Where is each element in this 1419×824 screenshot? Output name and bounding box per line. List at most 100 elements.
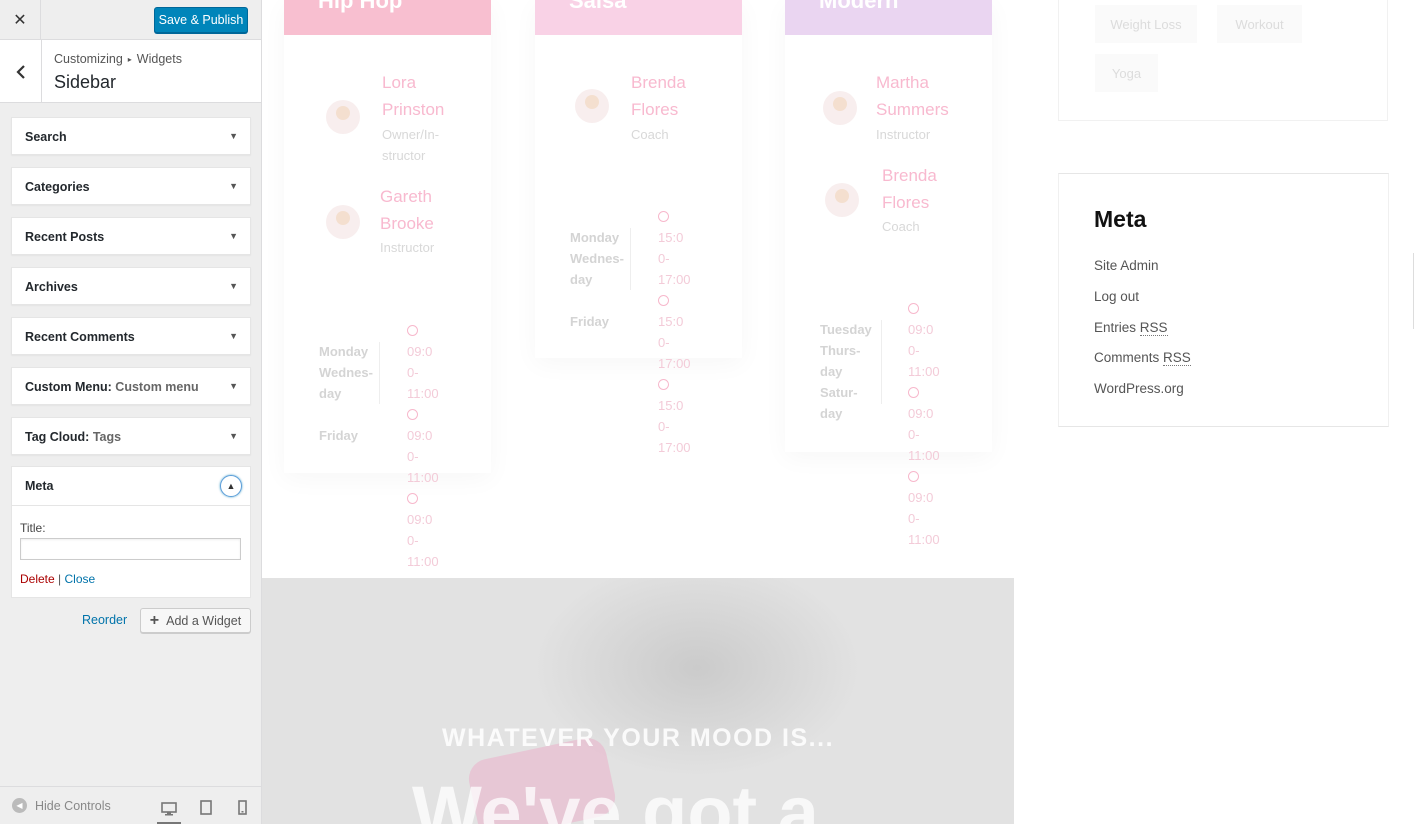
meta-link-comments-rss[interactable]: Comments RSS — [1094, 350, 1191, 366]
clock-icon — [658, 295, 669, 306]
widget-title: Recent Posts — [25, 230, 105, 244]
widget-search[interactable]: Search ▼ — [11, 117, 251, 155]
tag-link[interactable]: Workout — [1217, 5, 1302, 43]
preview-mobile-button[interactable] — [230, 795, 254, 819]
schedule-times: 15:0 0-17:00 15:0 0-17:00 15:0 0-17:00 — [658, 206, 691, 458]
avatar — [326, 100, 360, 134]
customizer-panel: ✕ Save & Publish Customizing ▸ Widgets Sid… — [0, 0, 262, 824]
widget-archives[interactable]: Archives ▼ — [11, 267, 251, 305]
reorder-link[interactable]: Reorder — [82, 613, 127, 627]
instructor-first-name[interactable]: Lora — [382, 69, 416, 96]
day: day — [319, 386, 342, 401]
time-start: 09:0 — [908, 466, 940, 508]
widget-custom-menu[interactable]: Custom Menu: Custom menu ▼ — [11, 367, 251, 405]
instructor-first-name[interactable]: Gareth — [380, 183, 432, 210]
preview-desktop-button[interactable] — [157, 795, 181, 824]
widget-recent-comments[interactable]: Recent Comments ▼ — [11, 317, 251, 355]
class-name: Hip Hop — [318, 0, 403, 13]
delete-link[interactable]: Delete — [20, 572, 55, 586]
customizer-footer: ◀ Hide Controls — [0, 786, 261, 824]
widget-title: Categories — [25, 180, 90, 194]
expand-arrow-icon[interactable]: ▼ — [229, 181, 238, 191]
time-end: 0-17:00 — [658, 335, 691, 371]
tag-link[interactable]: Yoga — [1095, 54, 1158, 92]
tablet-icon — [200, 799, 212, 815]
clock-icon — [407, 325, 418, 336]
preview-scrollbar[interactable] — [1413, 253, 1419, 329]
day: Wednes- — [319, 365, 373, 380]
plus-icon: + — [149, 611, 160, 629]
widget-title: Archives — [25, 280, 78, 294]
section-header: Customizing ▸ Widgets Sidebar — [0, 40, 261, 103]
site-preview: Hip Hop Lora Prinston Owner/In- structor… — [262, 0, 1419, 824]
time-end: 0-17:00 — [658, 419, 691, 455]
meta-link-entries-rss[interactable]: Entries RSS — [1094, 320, 1168, 336]
close-customizer-button[interactable]: ✕ — [0, 0, 41, 40]
widget-type-label: Custom Menu: — [25, 380, 112, 394]
save-publish-button[interactable]: Save & Publish — [154, 7, 248, 33]
customizer-header: ✕ Save & Publish — [0, 0, 261, 40]
time-end: 0-11:00 — [908, 343, 940, 379]
breadcrumb-child: Widgets — [136, 52, 182, 66]
expand-arrow-icon[interactable]: ▼ — [229, 381, 238, 391]
schedule-days: Monday Wednes- day Friday — [570, 227, 624, 332]
time-end: 0-17:00 — [658, 251, 691, 287]
widget-meta-expanded: Meta ▲ Title: Delete | Close — [11, 466, 251, 598]
chevron-left-icon — [15, 64, 25, 79]
add-widget-button[interactable]: + Add a Widget — [140, 608, 251, 633]
instructor-first-name[interactable]: Brenda — [882, 162, 937, 189]
time-start: 09:0 — [407, 404, 439, 446]
clock-icon — [908, 387, 919, 398]
customizer-root: ✕ Save & Publish Customizing ▸ Widgets Sid… — [0, 0, 1419, 824]
meta-link-site-admin[interactable]: Site Admin — [1094, 258, 1159, 273]
instructor-last-name[interactable]: Prinston — [382, 96, 444, 123]
instructor-last-name[interactable]: Summers — [876, 96, 949, 123]
widget-tag-cloud[interactable]: Tag Cloud: Tags ▼ — [11, 417, 251, 455]
avatar — [823, 91, 857, 125]
widget-control-actions: Delete | Close — [20, 572, 95, 586]
title-field-label: Title: — [20, 521, 46, 535]
schedule-days: Monday Wednes- day Friday — [319, 341, 373, 446]
meta-link-log-out[interactable]: Log out — [1094, 289, 1139, 304]
time-end: 0-11:00 — [407, 533, 439, 569]
collapse-arrow-icon[interactable]: ▲ — [220, 475, 242, 497]
expand-arrow-icon[interactable]: ▼ — [229, 431, 238, 441]
instructor-first-name[interactable]: Martha — [876, 69, 929, 96]
instructor-role: Coach — [631, 127, 669, 142]
widget-type-label: Tag Cloud: — [25, 430, 90, 444]
hero-banner: WHATEVER YOUR MOOD IS... We've got a — [262, 578, 1014, 824]
hero-headline: We've got a — [412, 771, 819, 824]
widget-instance-title: Custom menu — [115, 380, 199, 394]
instructor-role: Instructor — [380, 240, 435, 255]
hide-controls-button[interactable]: ◀ Hide Controls — [12, 798, 111, 813]
widget-recent-posts[interactable]: Recent Posts ▼ — [11, 217, 251, 255]
instructor-last-name[interactable]: Brooke — [380, 210, 434, 237]
breadcrumb: Customizing ▸ Widgets — [54, 52, 182, 66]
divider — [630, 228, 631, 290]
day — [319, 404, 373, 425]
close-link[interactable]: Close — [65, 572, 96, 586]
instructor-last-name[interactable]: Flores — [882, 189, 929, 216]
expand-arrow-icon[interactable]: ▼ — [229, 281, 238, 291]
instructor-role: Instructor — [876, 127, 931, 142]
back-button[interactable] — [0, 40, 42, 103]
expand-arrow-icon[interactable]: ▼ — [229, 231, 238, 241]
meta-widget: Meta Site Admin Log out Entries RSS Comm… — [1058, 173, 1389, 427]
rss-abbr: RSS — [1163, 350, 1191, 366]
widget-title: Search — [25, 130, 67, 144]
clock-icon — [908, 471, 919, 482]
instructor-last-name[interactable]: Flores — [631, 96, 678, 123]
schedule-days: Tuesday Thurs- day Satur- day — [820, 319, 872, 424]
expand-arrow-icon[interactable]: ▼ — [229, 131, 238, 141]
title-field[interactable] — [20, 538, 241, 560]
tag-link[interactable]: Weight Loss — [1095, 5, 1197, 43]
widget-categories[interactable]: Categories ▼ — [11, 167, 251, 205]
widget-title[interactable]: Meta — [25, 479, 53, 493]
meta-link-wordpress-org[interactable]: WordPress.org — [1094, 381, 1184, 396]
instructor-first-name[interactable]: Brenda — [631, 69, 686, 96]
clock-icon — [407, 493, 418, 504]
preview-tablet-button[interactable] — [194, 795, 218, 819]
divider — [881, 320, 882, 404]
widget-form: Title: Delete | Close — [12, 505, 250, 598]
expand-arrow-icon[interactable]: ▼ — [229, 331, 238, 341]
